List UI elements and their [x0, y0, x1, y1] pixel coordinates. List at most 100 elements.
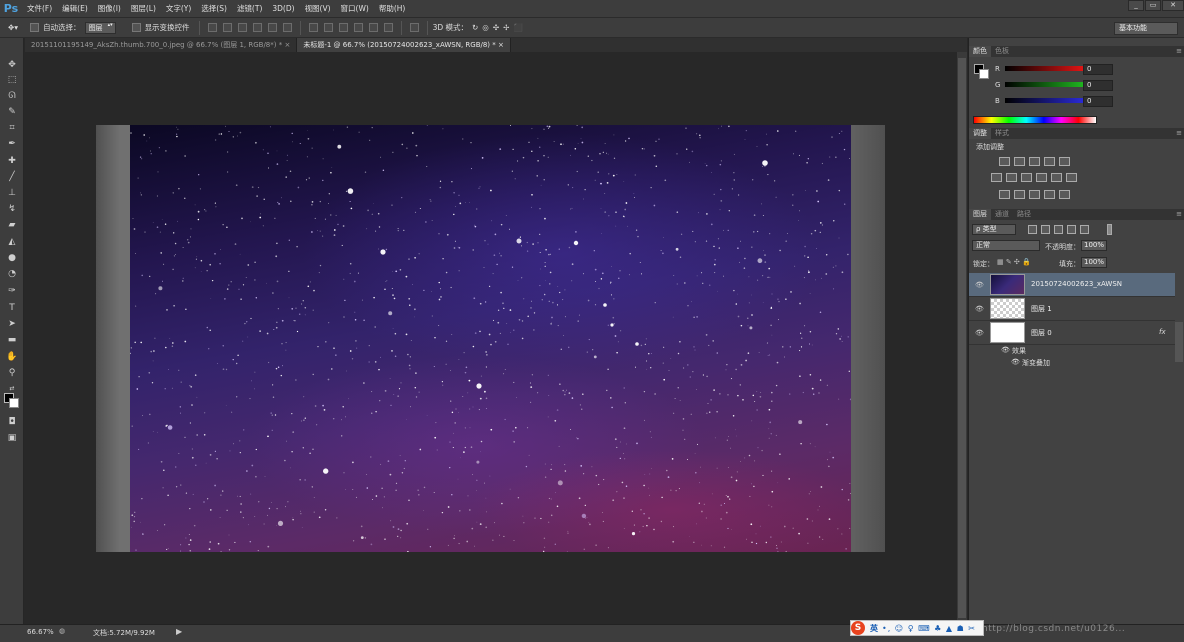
stamp-tool-icon[interactable]: ⊥	[5, 186, 19, 199]
move-tool-icon[interactable]: ✥	[5, 58, 19, 71]
quick-select-tool-icon[interactable]: ✎	[5, 105, 19, 118]
layer-row-0[interactable]: 👁 图层 0 fx	[969, 321, 1175, 345]
align-bottom-icon[interactable]	[237, 23, 247, 32]
3d-slide-icon[interactable]: ✢	[503, 23, 509, 32]
distribute-left-icon[interactable]	[353, 23, 363, 32]
auto-align-icon[interactable]	[409, 23, 419, 32]
minimize-button[interactable]: _	[1128, 0, 1144, 11]
brightness-icon[interactable]	[999, 157, 1010, 166]
filter-type-icon[interactable]	[1054, 225, 1063, 234]
panel-menu-icon[interactable]: ≡	[1176, 128, 1182, 139]
lasso-tool-icon[interactable]: ᘏ	[5, 89, 19, 102]
tab-color[interactable]: 颜色	[969, 46, 991, 57]
filter-pixel-icon[interactable]	[1028, 225, 1037, 234]
effect-gradient-overlay[interactable]: 渐变叠加	[1022, 358, 1050, 368]
panel-menu-icon[interactable]: ≡	[1176, 46, 1182, 57]
hue-saturation-icon[interactable]	[991, 173, 1002, 182]
levels-icon[interactable]	[1014, 157, 1025, 166]
exposure-icon[interactable]	[1044, 157, 1055, 166]
3d-pan-icon[interactable]: ✣	[493, 23, 499, 32]
green-value-input[interactable]: 0	[1083, 80, 1113, 91]
dodge-tool-icon[interactable]: ◔	[5, 267, 19, 280]
background-color-swatch[interactable]	[9, 398, 19, 408]
green-gradient-bar[interactable]	[1005, 82, 1083, 87]
panel-menu-icon[interactable]: ≡	[1176, 209, 1182, 220]
layer-row-photo[interactable]: 👁 20150724002623_xAWSN	[969, 273, 1175, 297]
path-select-icon[interactable]: ➤	[5, 317, 19, 330]
align-hcenter-icon[interactable]	[267, 23, 277, 32]
layer-name[interactable]: 图层 0	[1031, 328, 1052, 338]
tab-adjustments[interactable]: 调整	[969, 128, 991, 139]
menu-edit[interactable]: 编辑(E)	[57, 0, 93, 17]
healing-brush-icon[interactable]: ✚	[5, 154, 19, 167]
distribute-right-icon[interactable]	[383, 23, 393, 32]
filter-smart-icon[interactable]	[1080, 225, 1089, 234]
align-right-icon[interactable]	[282, 23, 292, 32]
lock-icons[interactable]: ▦ ✎ ✣ 🔒	[997, 258, 1031, 266]
layer-name[interactable]: 图层 1	[1031, 304, 1052, 314]
restore-button[interactable]: ▭	[1145, 0, 1161, 11]
zoom-tool-icon[interactable]: ⚲	[5, 366, 19, 379]
fx-icon[interactable]: fx	[1159, 328, 1166, 336]
align-left-icon[interactable]	[252, 23, 262, 32]
quick-mask-icon[interactable]: ◘	[5, 415, 19, 428]
zoom-level[interactable]: 66.67%	[27, 628, 54, 636]
menu-window[interactable]: 窗口(W)	[336, 0, 374, 17]
tab-close-icon[interactable]: ×	[498, 41, 504, 49]
channel-mixer-icon[interactable]	[1051, 173, 1062, 182]
green-channel-slider[interactable]: G 0	[993, 79, 1184, 91]
workspace-dropdown[interactable]: 基本功能	[1114, 22, 1178, 35]
tab-styles[interactable]: 样式	[991, 128, 1013, 139]
eye-icon[interactable]: 👁	[975, 329, 984, 337]
paint-bucket-icon[interactable]: ◭	[5, 235, 19, 248]
pen-tool-icon[interactable]: ✑	[5, 284, 19, 297]
starry-sky-image[interactable]	[130, 125, 851, 552]
auto-select-target-dropdown[interactable]: 图层	[84, 21, 116, 34]
gradient-map-icon[interactable]	[1044, 190, 1055, 199]
brush-tool-icon[interactable]: ╱	[5, 170, 19, 183]
3d-scale-icon[interactable]: ⬛	[513, 23, 522, 32]
auto-select-checkbox[interactable]	[30, 23, 40, 32]
selective-color-icon[interactable]	[1059, 190, 1070, 199]
menu-help[interactable]: 帮助(H)	[374, 0, 411, 17]
color-lookup-icon[interactable]	[1066, 173, 1077, 182]
blur-tool-icon[interactable]: ●	[5, 251, 19, 264]
menu-file[interactable]: 文件(F)	[22, 0, 57, 17]
fill-input[interactable]: 100%	[1081, 257, 1107, 268]
layer-row-1[interactable]: 👁 图层 1	[969, 297, 1175, 321]
color-balance-icon[interactable]	[1006, 173, 1017, 182]
distribute-hcenter-icon[interactable]	[368, 23, 378, 32]
curves-icon[interactable]	[1029, 157, 1040, 166]
ime-toolbar[interactable]: S 英 •, ☺ ♀ ⌨ ♣ ▲ ☗ ✂	[850, 620, 984, 636]
invert-icon[interactable]	[999, 190, 1010, 199]
red-channel-slider[interactable]: R 0	[993, 63, 1184, 75]
vibrance-icon[interactable]	[1059, 157, 1070, 166]
eye-icon[interactable]: 👁	[975, 281, 984, 289]
show-transform-checkbox[interactable]	[131, 23, 141, 32]
blue-gradient-bar[interactable]	[1005, 98, 1083, 103]
posterize-icon[interactable]	[1014, 190, 1025, 199]
shape-tool-icon[interactable]: ▬	[5, 333, 19, 346]
blue-value-input[interactable]: 0	[1083, 96, 1113, 107]
menu-filter[interactable]: 滤镜(T)	[232, 0, 267, 17]
eyedropper-tool-icon[interactable]: ✒	[5, 137, 19, 150]
eye-icon[interactable]: 👁	[975, 305, 984, 313]
threshold-icon[interactable]	[1029, 190, 1040, 199]
red-gradient-bar[interactable]	[1005, 66, 1083, 71]
ime-language[interactable]: 英	[870, 623, 878, 634]
filter-adjust-icon[interactable]	[1041, 225, 1050, 234]
marquee-tool-icon[interactable]: ⬚	[5, 73, 19, 86]
tab-paths[interactable]: 路径	[1013, 209, 1035, 220]
scrollbar-thumb[interactable]	[958, 58, 966, 618]
menu-select[interactable]: 选择(S)	[196, 0, 232, 17]
close-button[interactable]: ✕	[1162, 0, 1184, 11]
tab-document-2[interactable]: 未标题-1 @ 66.7% (20150724002623_xAWSN, RGB…	[297, 38, 511, 52]
menu-3d[interactable]: 3D(D)	[267, 0, 299, 17]
filter-toggle-icon[interactable]	[1107, 224, 1112, 235]
crop-tool-icon[interactable]: ⌗	[5, 121, 19, 134]
distribute-bottom-icon[interactable]	[338, 23, 348, 32]
screen-mode-icon[interactable]: ▣	[5, 431, 19, 444]
opacity-input[interactable]: 100%	[1081, 240, 1107, 251]
hand-tool-icon[interactable]: ✋	[5, 350, 19, 363]
blue-channel-slider[interactable]: B 0	[993, 95, 1184, 107]
